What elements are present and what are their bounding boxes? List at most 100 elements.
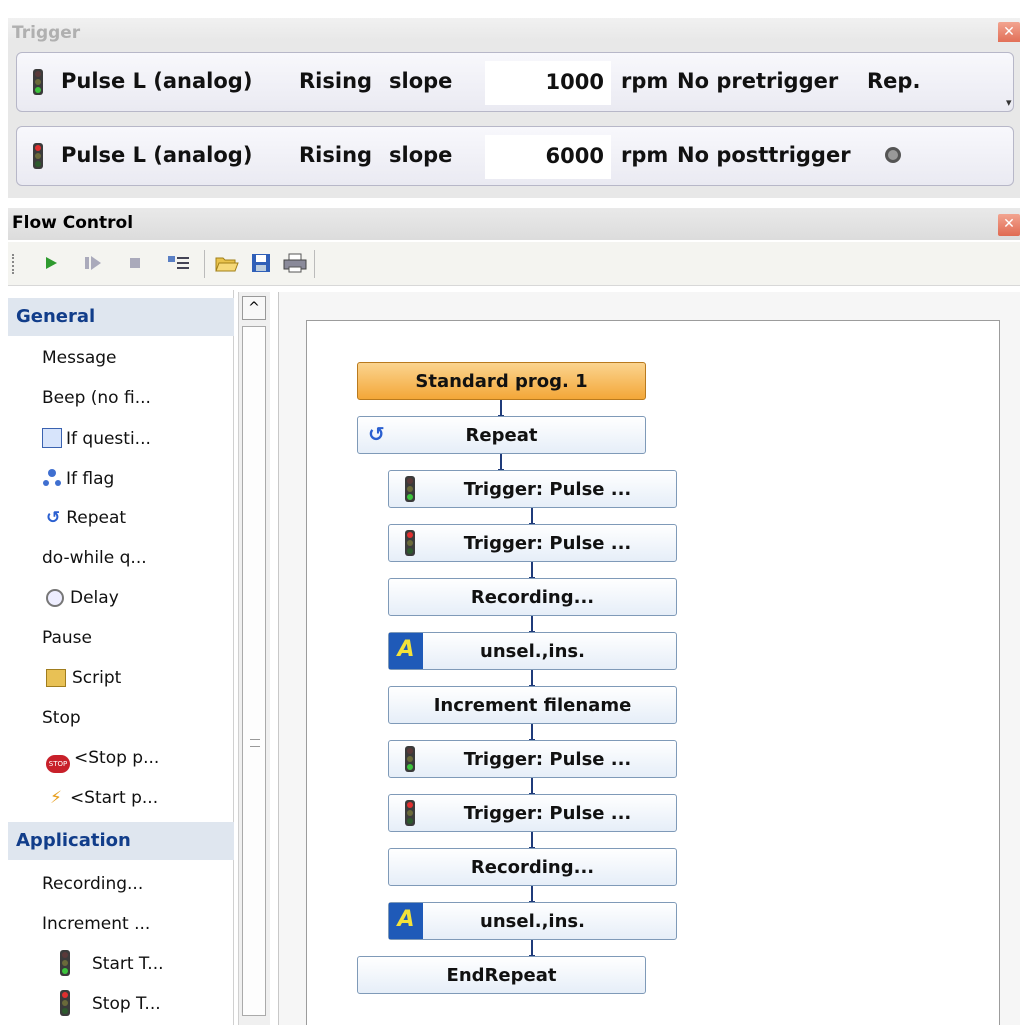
element-sidebar: General Message Beep (no fi... If questi… [8,290,234,1025]
flow-node-end-repeat[interactable]: EndRepeat [357,956,646,994]
flow-node-recording[interactable]: Recording... [388,578,677,616]
repeat-icon: ↺ [46,508,61,528]
connector [529,508,535,527]
sidebar-item-start-trigger[interactable]: Start T... [8,944,234,984]
repeat-icon: ↺ [368,422,385,446]
flow-node-increment-filename[interactable]: Increment filename [388,686,677,724]
node-label: Trigger: Pulse ... [463,748,632,770]
sidebar-item-label: Pause [42,628,92,648]
traffic-light-red-icon [405,800,415,826]
trigger-source[interactable]: Pulse L (analog) [61,69,252,93]
question-box-icon [42,428,62,448]
traffic-light-red-icon [405,530,415,556]
scroll-thumb[interactable] [242,326,266,1016]
flow-toolbar [8,242,1020,286]
trigger-value-input[interactable]: 6000 [485,135,611,179]
trigger-close-icon[interactable]: ✕ [998,22,1020,44]
sidebar-item-repeat[interactable]: ↺ Repeat [8,498,234,538]
sidebar-item-script[interactable]: Script [8,658,234,698]
flow-node-trigger-stop[interactable]: Trigger: Pulse ... [388,794,677,832]
print-icon[interactable] [282,250,308,276]
trigger-edge[interactable]: Rising [299,143,372,167]
flow-panel-title: Flow Control ✕ [8,208,1020,240]
thumb-grip-icon [250,739,260,747]
stop-icon[interactable] [122,250,148,276]
posttrigger-row[interactable]: Pulse L (analog) Rising slope 6000 rpm N… [16,126,1014,186]
sidebar-item-pause[interactable]: Pause [8,618,234,658]
sidebar-item-label: Stop [42,708,81,728]
sidebar-item-label: Beep (no fi... [42,388,151,408]
flow-node-trigger-start[interactable]: Trigger: Pulse ... [388,470,677,508]
traffic-light-red-icon [33,143,43,169]
flow-node-repeat[interactable]: ↺ Repeat [357,416,646,454]
node-label: EndRepeat [446,964,557,986]
scroll-up-button[interactable]: ^ [242,296,266,320]
sidebar-item-delay[interactable]: Delay [8,578,234,618]
trigger-value-input[interactable]: 1000 [485,61,611,105]
sidebar-item-if-flag[interactable]: If flag [8,458,234,498]
traffic-light-red-icon [60,990,70,1016]
flag-branch-icon [42,468,62,488]
settings-dial-icon[interactable] [885,147,901,163]
traffic-light-green-icon [60,950,70,976]
play-icon[interactable] [38,250,64,276]
sidebar-item-beep[interactable]: Beep (no fi... [8,378,234,418]
trigger-mode[interactable]: slope [389,143,452,167]
flow-node-trigger-start[interactable]: Trigger: Pulse ... [388,740,677,778]
node-label: Trigger: Pulse ... [463,478,632,500]
flow-close-icon[interactable]: ✕ [998,214,1020,236]
sidebar-item-message[interactable]: Message [8,338,234,378]
trigger-edge[interactable]: Rising [299,69,372,93]
sidebar-item-if-question[interactable]: If questi... [8,418,234,458]
connector [529,886,535,905]
save-icon[interactable] [248,250,274,276]
toolbar-separator [314,250,315,278]
repeat-option[interactable]: Rep. [867,69,920,93]
connector [529,832,535,851]
sidebar-scrollbar[interactable]: ^ [238,292,270,1025]
sidebar-item-stop-trigger[interactable]: Stop T... [8,984,234,1024]
sidebar-item-recording[interactable]: Recording... [8,864,234,904]
script-scroll-icon [46,669,66,687]
traffic-light-green-icon [405,476,415,502]
toolbar-grip [12,254,15,274]
row-dropdown-icon[interactable]: ▾ [1006,96,1018,110]
node-label: Recording... [470,586,595,608]
step-icon[interactable] [80,250,106,276]
list-icon[interactable] [166,250,192,276]
sidebar-item-label: Script [72,668,122,688]
sidebar-item-label: <Start p... [69,788,159,808]
sidebar-item-increment[interactable]: Increment ... [8,904,234,944]
toolbar-separator [204,250,205,278]
posttrigger-option[interactable]: No posttrigger [677,143,851,167]
traffic-light-green-icon [405,746,415,772]
pretrigger-row[interactable]: Pulse L (analog) Rising slope 1000 rpm N… [16,52,1014,112]
flow-node-unselect-insert[interactable]: A unsel.,ins. [388,902,677,940]
connector [529,940,535,959]
connector [498,454,504,473]
open-folder-icon[interactable] [214,250,240,276]
sidebar-item-label: Stop T... [92,994,161,1014]
sidebar-group-application[interactable]: Application [8,822,234,860]
sidebar-item-label: If questi... [66,429,151,449]
formula-icon: A [389,633,423,669]
sidebar-item-start-program[interactable]: ⚡ <Start p... [8,778,234,818]
sidebar-item-do-while[interactable]: do-while q... [8,538,234,578]
sidebar-item-label: <Stop p... [74,748,160,768]
node-label: Recording... [470,856,595,878]
trigger-unit: rpm [621,143,669,167]
flow-node-unselect-insert[interactable]: A unsel.,ins. [388,632,677,670]
traffic-light-green-icon [33,69,43,95]
trigger-source[interactable]: Pulse L (analog) [61,143,252,167]
node-label: unsel.,ins. [480,910,585,932]
sidebar-item-label: do-while q... [42,548,147,568]
flow-node-program[interactable]: Standard prog. 1 [357,362,646,400]
formula-icon: A [389,903,423,939]
flow-node-trigger-stop[interactable]: Trigger: Pulse ... [388,524,677,562]
sidebar-item-stop[interactable]: Stop [8,698,234,738]
sidebar-item-stop-program[interactable]: STOP <Stop p... [8,738,234,778]
pretrigger-option[interactable]: No pretrigger [677,69,838,93]
sidebar-group-general[interactable]: General [8,298,234,336]
flow-node-recording[interactable]: Recording... [388,848,677,886]
trigger-mode[interactable]: slope [389,69,452,93]
